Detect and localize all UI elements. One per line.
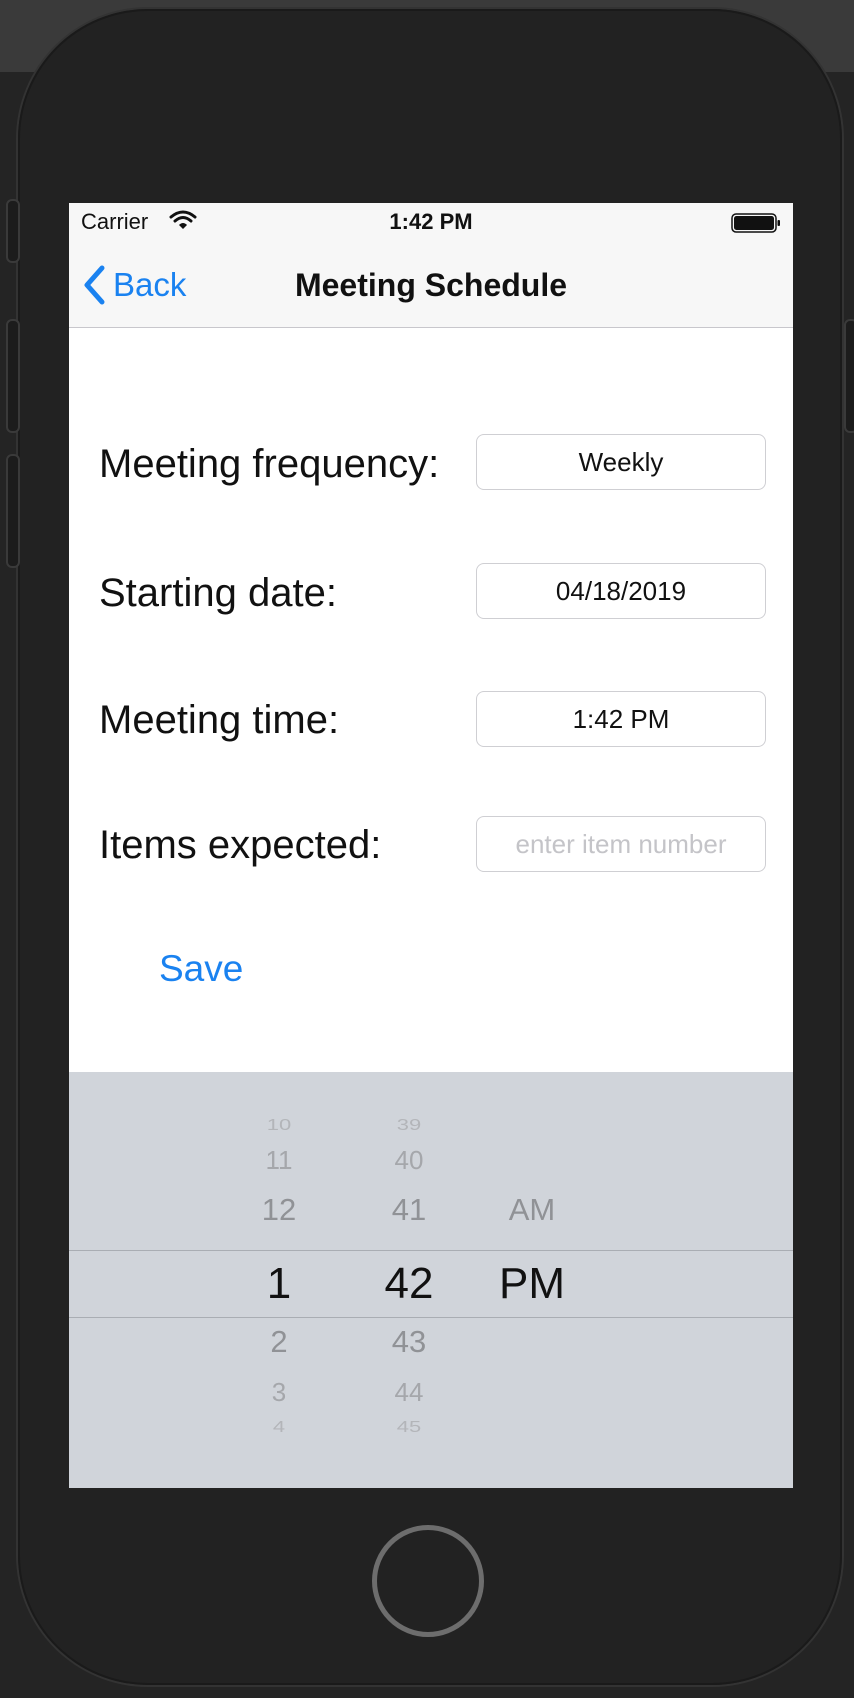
mute-switch (6, 199, 20, 263)
picker-hour-option[interactable]: 2 (229, 1324, 329, 1360)
meeting-frequency-label: Meeting frequency: (99, 442, 440, 486)
picker-hour-option[interactable]: 10 (229, 1116, 329, 1134)
time-picker[interactable]: 10 11 12 1 2 3 4 39 40 41 42 43 44 45 AM… (69, 1072, 793, 1488)
picker-minute-option[interactable]: 41 (359, 1192, 459, 1228)
picker-minute-selected[interactable]: 42 (359, 1259, 459, 1309)
picker-minute-option[interactable]: 44 (359, 1377, 459, 1408)
picker-minute-option[interactable]: 40 (359, 1145, 459, 1176)
meeting-time-field[interactable]: 1:42 PM (476, 691, 766, 747)
picker-hour-option[interactable]: 4 (229, 1418, 329, 1436)
app-screen: Carrier 1:42 PM Back Meeting Schedule Me… (69, 203, 793, 1488)
picker-ampm-selected[interactable]: PM (472, 1259, 592, 1309)
meeting-time-label: Meeting time: (99, 698, 340, 742)
items-expected-input[interactable] (477, 816, 765, 872)
picker-hour-option[interactable]: 12 (229, 1192, 329, 1228)
picker-minute-option[interactable]: 43 (359, 1324, 459, 1360)
navigation-bar: Back Meeting Schedule (69, 243, 793, 328)
items-expected-label: Items expected: (99, 823, 382, 867)
starting-date-label: Starting date: (99, 571, 337, 615)
starting-date-field[interactable]: 04/18/2019 (476, 563, 766, 619)
volume-up-button (6, 319, 20, 433)
page-title: Meeting Schedule (294, 267, 568, 303)
battery-icon (731, 213, 780, 233)
power-button (844, 319, 854, 433)
volume-down-button (6, 454, 20, 568)
picker-hour-option[interactable]: 11 (229, 1145, 329, 1176)
meeting-frequency-field[interactable]: Weekly (476, 434, 766, 490)
items-expected-field (476, 816, 766, 872)
picker-hour-option[interactable]: 3 (229, 1377, 329, 1408)
status-bar: Carrier 1:42 PM (69, 203, 793, 243)
picker-ampm-option[interactable]: AM (472, 1192, 592, 1228)
picker-minute-option[interactable]: 45 (359, 1418, 459, 1436)
save-button[interactable]: Save (159, 948, 243, 990)
picker-hour-selected[interactable]: 1 (229, 1259, 329, 1309)
home-button[interactable] (372, 1525, 484, 1637)
status-time: 1:42 PM (389, 209, 473, 234)
picker-minute-option[interactable]: 39 (359, 1116, 459, 1134)
